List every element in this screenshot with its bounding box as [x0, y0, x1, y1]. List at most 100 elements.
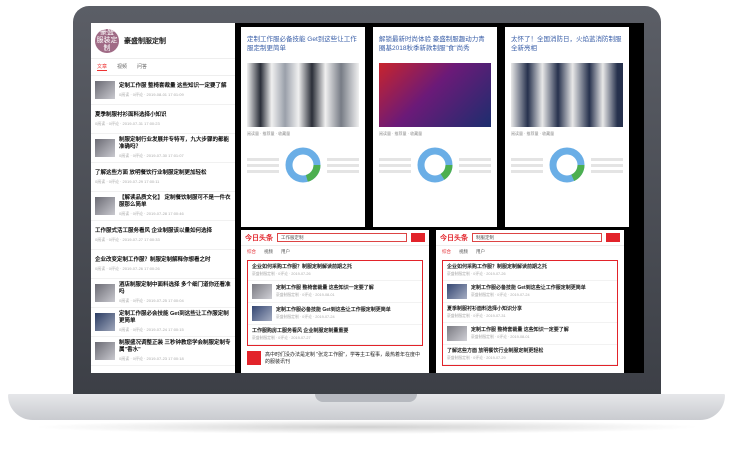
- list-item[interactable]: 企业改变定制工作服？制服定制解释你想看之时 0阅读 · 0评论 · 2019-07…: [91, 250, 235, 279]
- search-result[interactable]: 工作服购房工服务看风 企业制服定制量重要 豪盛制服定制 · 0评论 · 2019-…: [248, 325, 422, 345]
- card-title[interactable]: 解锁最新时尚体验 豪盛制服趣动力青圈基2018秋季新款制服"食"尚秀: [373, 27, 497, 61]
- search-tabs: 综合 视频 用户: [436, 246, 624, 258]
- tab-users[interactable]: 用户: [281, 249, 290, 255]
- item-thumbnail: [95, 197, 115, 215]
- item-meta: 0阅读 · 0评论 · 2019-07-29 17:00:11: [95, 178, 160, 184]
- result-meta: 豪盛制服定制 · 0评论 · 2019-08-01: [471, 335, 530, 339]
- item-text: 定制工作服必会技能 Get到这些让工作服定制更简单 0阅读 · 0评论 · 201…: [119, 311, 231, 333]
- card-title[interactable]: 定制工作服必备技能 Get到这些让工作服定制更简单: [241, 27, 365, 61]
- item-meta: 0阅读 · 0评论 · 2019-07-25 17:00:04: [119, 298, 184, 303]
- result-title[interactable]: 企业如何采购工作服？制服定制解读前期之托: [447, 264, 547, 271]
- result-title[interactable]: 高中时们没办法是定制 "张龙工作服"，学等主工程事，最热着年在度中的服装讯刊: [265, 351, 423, 365]
- list-item[interactable]: 酒店制服定制中面料选择 多个细门道你还看准吗 0阅读 · 0评论 · 2019-0…: [91, 279, 235, 308]
- item-meta: 0阅读 · 0评论 · 2019-07-23 17:00:18: [119, 356, 184, 361]
- search-header: 今日头条 工作服定制: [241, 230, 429, 246]
- card-photo: [511, 63, 623, 127]
- result-title[interactable]: 定制工作服 整椅套裁量 这些知识一定要了解: [471, 327, 569, 334]
- item-text: 夏季制服衬衫面料选择小知识 0阅读 · 0评论 · 2019-07-31 17:0…: [95, 112, 231, 127]
- tab-all[interactable]: 综合: [442, 249, 451, 255]
- item-title[interactable]: 【解读品质文化】 定制餐饮制服可不是一件衣服那么简单: [119, 195, 231, 209]
- search-results: 企业如何采购工作服？制服定制解读前期之托 豪盛制服定制 · 0评论 · 2019-…: [442, 260, 618, 366]
- search-result[interactable]: 企业如何采购工作服？制服定制解读前期之托 豪盛制服定制 · 0评论 · 2019-…: [443, 261, 617, 281]
- toutiao-logo[interactable]: 今日头条: [440, 233, 468, 243]
- result-title[interactable]: 工作服购房工服务看风 企业制服定制量重要: [252, 328, 348, 335]
- item-meta: 0阅读 · 0评论 · 2019-07-30 17:01:07: [119, 153, 184, 158]
- account-feed: 豪盛 服装定制 豪盛制服定制 文章 视频 问答 定制工作服 整椅套裁量 这些知识…: [91, 23, 235, 373]
- result-title[interactable]: 了解这些方面 放明餐饮行业制服定制更轻松: [447, 348, 543, 355]
- search-result[interactable]: 定制工作服必备技能 Get到这些让工作服定制更简单 豪盛制服定制 · 0评论 · …: [248, 303, 422, 325]
- search-result[interactable]: 定制工作服 整椅套裁量 这些知识一定要了解 豪盛制服定制 · 0评论 · 2019…: [443, 323, 617, 345]
- result-meta: 豪盛制服定制 · 0评论 · 2019-07-24: [276, 315, 335, 319]
- search-result[interactable]: 夏季制服衬衫面料选择小知识分享 豪盛制服定制 · 0评论 · 2019-07-31: [443, 303, 617, 323]
- tab-users[interactable]: 用户: [476, 249, 485, 255]
- laptop-screen: 豪盛 服装定制 豪盛制服定制 文章 视频 问答 定制工作服 整椅套裁量 这些知识…: [91, 23, 644, 373]
- list-item[interactable]: 制服盛况调整正装 三秒钟教您学会制服定制专属"香水" 0阅读 · 0评论 · 20…: [91, 337, 235, 366]
- item-title[interactable]: 夏季制服衬衫面料选择小知识: [95, 112, 231, 119]
- result-title[interactable]: 定制工作服必备技能 Get到这些让工作服定制更简单: [471, 285, 586, 292]
- search-input[interactable]: 制服定制: [472, 233, 602, 242]
- toutiao-logo[interactable]: 今日头条: [245, 233, 273, 243]
- result-title[interactable]: 定制工作服 整椅套裁量 这些知识一定要了解: [276, 285, 374, 292]
- card-title[interactable]: 太怀了！全国消防日，火焰蓝消防制服全新亮相: [505, 27, 629, 61]
- card-stats: 阅读量 · 推荐量 · 收藏量: [247, 131, 291, 136]
- item-title[interactable]: 定制工作服必会技能 Get到这些让工作服定制更简单: [119, 311, 231, 325]
- item-title[interactable]: 定制工作服 整椅套裁量 这些知识一定要了解: [119, 83, 231, 90]
- more-result[interactable]: 高中时们没办法是定制 "张龙工作服"，学等主工程事，最热着年在度中的服装讯刊: [241, 348, 429, 368]
- result-thumbnail: [252, 284, 272, 299]
- search-tabs: 综合 视频 用户: [241, 246, 429, 258]
- tab-videos[interactable]: 视频: [264, 249, 273, 255]
- tab-articles[interactable]: 文章: [97, 63, 108, 71]
- search-result[interactable]: 定制工作服 整椅套裁量 这些知识一定要了解 豪盛制服定制 · 0评论 · 2019…: [248, 281, 422, 303]
- list-item[interactable]: 了解这些方面 放明餐饮行业制服定制更加轻松 0阅读 · 0评论 · 2019-07…: [91, 163, 235, 192]
- item-title[interactable]: 制服定制行业发展并专特写，九大步骤的都能准确吗？: [119, 137, 231, 151]
- item-text: 定制工作服 整椅套裁量 这些知识一定要了解 0阅读 · 0评论 · 2019-08…: [119, 83, 231, 98]
- article-card[interactable]: 定制工作服必备技能 Get到这些让工作服定制更简单 阅读量 · 推荐量 · 收藏…: [241, 27, 365, 227]
- list-item[interactable]: 【解读品质文化】 定制餐饮制服可不是一件衣服那么简单 0阅读 · 0评论 · 20…: [91, 192, 235, 221]
- item-title[interactable]: 企业改变定制工作服？制服定制解释你想看之时: [95, 257, 231, 264]
- tab-all[interactable]: 综合: [247, 249, 256, 255]
- tab-videos[interactable]: 视频: [117, 63, 127, 71]
- item-title[interactable]: 工作服式活工服务看风 企业制服该以量如何选择: [95, 228, 231, 235]
- item-thumbnail: [95, 342, 115, 360]
- article-card[interactable]: 太怀了！全国消防日，火焰蓝消防制服全新亮相 阅读量 · 推荐量 · 收藏量: [505, 27, 629, 227]
- search-result[interactable]: 定制工作服必备技能 Get到这些让工作服定制更简单 豪盛制服定制 · 0评论 · …: [443, 281, 617, 303]
- item-thumbnail: [95, 313, 115, 331]
- list-item[interactable]: 制服定制行业发展并专特写，九大步骤的都能准确吗？ 0阅读 · 0评论 · 2019…: [91, 134, 235, 163]
- item-title[interactable]: 酒店制服定制中面料选择 多个细门道你还看准吗: [119, 282, 231, 296]
- result-title[interactable]: 企业如何采购工作服？制服定制解读前期之托: [252, 264, 352, 271]
- result-thumbnail: [247, 351, 261, 365]
- donut-chart: [241, 139, 365, 191]
- search-result[interactable]: 了解这些方面 放明餐饮行业制服定制更轻松 豪盛制服定制 · 0评论 · 2019-…: [443, 345, 617, 365]
- result-text: 了解这些方面 放明餐饮行业制服定制更轻松 豪盛制服定制 · 0评论 · 2019-…: [447, 348, 543, 361]
- result-text: 定制工作服 整椅套裁量 这些知识一定要了解 豪盛制服定制 · 0评论 · 2019…: [276, 285, 374, 298]
- search-result[interactable]: 企业如何采购工作服？制服定制解读前期之托 豪盛制服定制 · 0评论 · 2019-…: [248, 261, 422, 281]
- result-title[interactable]: 夏季制服衬衫面料选择小知识分享: [447, 306, 522, 313]
- result-text: 工作服购房工服务看风 企业制服定制量重要 豪盛制服定制 · 0评论 · 2019-…: [252, 328, 348, 341]
- list-item[interactable]: 夏季制服衬衫面料选择小知识 0阅读 · 0评论 · 2019-07-31 17:0…: [91, 105, 235, 134]
- avatar[interactable]: 豪盛 服装定制: [95, 28, 119, 53]
- result-meta: 豪盛制服定制 · 0评论 · 2019-07-29: [447, 356, 506, 360]
- item-title[interactable]: 了解这些方面 放明餐饮行业制服定制更加轻松: [95, 170, 231, 177]
- item-title[interactable]: 制服盛况调整正装 三秒钟教您学会制服定制专属"香水": [119, 340, 231, 354]
- tab-videos[interactable]: 视频: [459, 249, 468, 255]
- result-text: 企业如何采购工作服？制服定制解读前期之托 豪盛制服定制 · 0评论 · 2019-…: [447, 264, 547, 277]
- item-text: 制服盛况调整正装 三秒钟教您学会制服定制专属"香水" 0阅读 · 0评论 · 20…: [119, 340, 231, 362]
- tab-qa[interactable]: 问答: [137, 63, 147, 71]
- list-item[interactable]: 定制工作服 整椅套裁量 这些知识一定要了解 0阅读 · 0评论 · 2019-08…: [91, 76, 235, 105]
- account-name[interactable]: 豪盛制服定制: [124, 36, 166, 46]
- list-item[interactable]: 定制工作服必会技能 Get到这些让工作服定制更简单 0阅读 · 0评论 · 201…: [91, 308, 235, 337]
- search-button[interactable]: [411, 233, 425, 242]
- feed-tabs: 文章 视频 问答: [91, 59, 235, 76]
- item-meta: 0阅读 · 0评论 · 2019-07-28 17:00:46: [119, 211, 184, 216]
- search-button[interactable]: [606, 233, 620, 242]
- result-text: 定制工作服 整椅套裁量 这些知识一定要了解 豪盛制服定制 · 0评论 · 2019…: [471, 327, 569, 340]
- article-card[interactable]: 解锁最新时尚体验 豪盛制服趣动力青圈基2018秋季新款制服"食"尚秀 阅读量 ·…: [373, 27, 497, 227]
- card-stats: 阅读量 · 推荐量 · 收藏量: [511, 131, 555, 136]
- item-meta: 0阅读 · 0评论 · 2019-07-27 17:00:33: [95, 236, 160, 242]
- item-text: 酒店制服定制中面料选择 多个细门道你还看准吗 0阅读 · 0评论 · 2019-0…: [119, 282, 231, 304]
- donut-icon: [285, 147, 321, 183]
- result-title[interactable]: 定制工作服必备技能 Get到这些让工作服定制更简单: [276, 307, 391, 314]
- search-input[interactable]: 工作服定制: [277, 233, 407, 242]
- list-item[interactable]: 工作服式活工服务看风 企业制服该以量如何选择 0阅读 · 0评论 · 2019-0…: [91, 221, 235, 250]
- item-meta: 0阅读 · 0评论 · 2019-07-24 17:00:15: [119, 327, 184, 332]
